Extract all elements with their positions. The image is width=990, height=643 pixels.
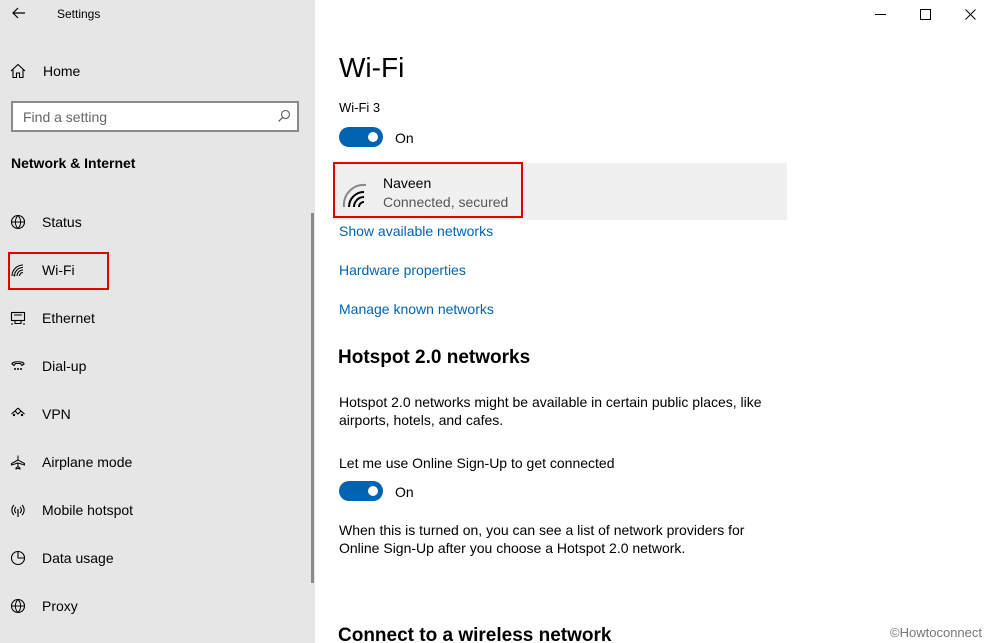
sidebar: Settings Home Network & Internet Status …	[0, 0, 315, 643]
show-available-networks-link[interactable]: Show available networks	[339, 223, 493, 239]
hotspot-heading: Hotspot 2.0 networks	[338, 347, 531, 368]
home-icon	[10, 63, 32, 79]
connect-heading: Connect to a wireless network	[338, 625, 612, 643]
adapter-label: Wi-Fi 3	[339, 100, 381, 115]
back-button[interactable]	[8, 2, 30, 24]
watermark: ©Howtoconnect	[890, 625, 982, 640]
search-box[interactable]	[11, 101, 299, 132]
sidebar-scrollbar[interactable]	[311, 213, 314, 583]
hotspot-description: Hotspot 2.0 networks might be available …	[339, 394, 762, 428]
signup-description: When this is turned on, you can see a li…	[339, 522, 745, 556]
sidebar-item-label: Ethernet	[42, 310, 95, 326]
search-input[interactable]	[13, 103, 263, 130]
toggle-knob	[368, 132, 378, 142]
signup-label: Let me use Online Sign-Up to get connect…	[339, 455, 615, 471]
signup-toggle[interactable]	[339, 481, 383, 501]
home-label: Home	[43, 63, 81, 79]
search-icon[interactable]	[277, 109, 291, 128]
dialup-icon	[10, 356, 32, 376]
sidebar-item-label: Proxy	[42, 598, 78, 614]
data-usage-icon	[10, 548, 32, 568]
wifi-highlight-box	[8, 252, 109, 290]
sidebar-item-proxy[interactable]: Proxy	[10, 593, 300, 619]
sidebar-item-ethernet[interactable]: Ethernet	[10, 305, 300, 331]
ethernet-icon	[10, 308, 32, 328]
sidebar-item-airplane-mode[interactable]: Airplane mode	[10, 449, 300, 475]
sidebar-item-vpn[interactable]: VPN	[10, 401, 300, 427]
hotspot-icon	[10, 500, 32, 520]
wifi-toggle-state: On	[395, 130, 414, 146]
sidebar-item-label: Dial-up	[42, 358, 87, 374]
sidebar-item-label: Data usage	[42, 550, 114, 566]
globe-icon	[10, 212, 32, 232]
sidebar-item-label: Mobile hotspot	[42, 502, 134, 518]
app-title: Settings	[57, 7, 101, 21]
signup-toggle-state: On	[395, 484, 414, 500]
wifi-toggle[interactable]	[339, 127, 383, 147]
home-nav[interactable]: Home	[10, 59, 80, 83]
section-title: Network & Internet	[11, 155, 136, 171]
back-arrow-icon	[12, 7, 25, 19]
hardware-properties-link[interactable]: Hardware properties	[339, 262, 466, 278]
sidebar-item-label: Airplane mode	[42, 454, 133, 470]
titlebar-left: Settings	[0, 0, 315, 30]
sidebar-item-data-usage[interactable]: Data usage	[10, 545, 300, 571]
vpn-icon	[10, 404, 32, 424]
network-highlight-box	[333, 162, 523, 218]
airplane-icon	[10, 452, 32, 472]
sidebar-item-status[interactable]: Status	[10, 209, 300, 235]
page-title: Wi-Fi	[339, 52, 405, 83]
globe-icon	[10, 596, 32, 616]
sidebar-item-label: Status	[42, 214, 82, 230]
sidebar-item-label: VPN	[42, 406, 71, 422]
manage-known-networks-link[interactable]: Manage known networks	[339, 301, 494, 317]
sidebar-item-dialup[interactable]: Dial-up	[10, 353, 300, 379]
main-content: Wi-Fi Wi-Fi 3 On Naveen Connected, secur…	[315, 0, 990, 643]
sidebar-item-mobile-hotspot[interactable]: Mobile hotspot	[10, 497, 300, 523]
toggle-knob	[368, 486, 378, 496]
